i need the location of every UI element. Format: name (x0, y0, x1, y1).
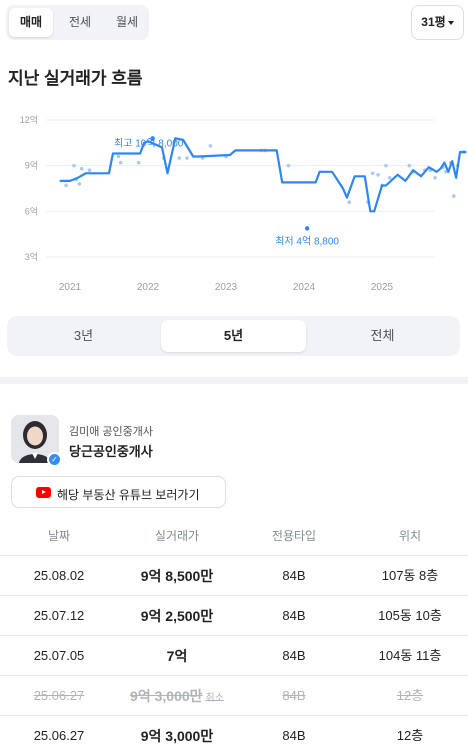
table-row[interactable]: 25.07.05 7억 84B 104동 11층 (0, 636, 468, 676)
area-select-label: 31평 (421, 15, 446, 29)
header-date: 날짜 (47, 529, 71, 543)
max-price-label: 최고 10억 8,000 (114, 137, 184, 149)
deal-location: 104동 11층 (378, 648, 442, 663)
deal-date: 25.08.02 (33, 568, 85, 583)
min-price-label: 최저 4억 8,800 (275, 235, 339, 247)
deal-price: 9억 8,500만 (140, 568, 214, 584)
table-row-cancelled[interactable]: 25.06.27 9억 3,000만 취소 84B 12층 (0, 676, 468, 716)
table-header: 날짜 실거래가 전용타입 위치 (0, 516, 468, 556)
deal-type: 84B (282, 648, 306, 663)
youtube-button[interactable]: 해당 부동산 유튜브 보러가기 (11, 476, 226, 508)
deal-date: 25.07.12 (33, 608, 85, 623)
deal-price: 9억 3,000만 (130, 688, 203, 704)
deal-date: 25.06.27 (33, 688, 85, 703)
deal-dot (347, 200, 352, 204)
youtube-icon (36, 487, 51, 498)
deal-dot (384, 163, 388, 168)
x-tick-label: 2022 (137, 282, 160, 293)
deal-date: 25.07.05 (33, 648, 85, 663)
deal-dot (407, 163, 412, 168)
deal-dot (370, 171, 375, 176)
deal-dot (433, 176, 437, 180)
x-tick-label: 2025 (371, 282, 394, 293)
deal-dot (177, 156, 181, 160)
deal-price: 9억 2,500만 (140, 608, 214, 624)
y-tick-label: 12억 (20, 114, 38, 125)
deal-date: 25.06.27 (33, 728, 85, 743)
tab-3-years[interactable]: 3년 (11, 320, 156, 352)
deal-dot (388, 176, 392, 180)
deal-dot (79, 166, 84, 171)
deal-dot (208, 144, 213, 148)
annotation-point (304, 226, 310, 231)
x-tick-label: 2021 (59, 282, 82, 293)
header-type: 전용타입 (271, 529, 317, 543)
youtube-button-label: 해당 부동산 유튜브 보러가기 (57, 488, 200, 502)
period-tabs: 3년 5년 전체 (7, 316, 460, 356)
y-tick-label: 9억 (25, 160, 38, 171)
deal-location: 105동 10층 (378, 608, 442, 623)
deal-type: 84B (282, 728, 306, 743)
price-chart: 12억 9억 6억 3억 2021 2022 2023 2024 2025 최고 10억 8,00… (20, 114, 467, 293)
deal-location: 107동 8층 (381, 568, 439, 583)
chevron-down-icon (447, 20, 454, 25)
deal-dot (118, 160, 123, 165)
deal-location: 12층 (396, 728, 424, 743)
deal-price-cell: 9억 3,000만 취소 (118, 676, 236, 716)
section-title: 지난 실거래가 흐름 (8, 69, 143, 88)
tab-all[interactable]: 전체 (310, 320, 455, 352)
tab-sale[interactable]: 매매 (9, 8, 53, 37)
deal-type: 84B (282, 568, 306, 583)
header-price: 실거래가 (154, 529, 200, 543)
table-row[interactable]: 25.06.27 9억 3,000만 84B 12층 (0, 716, 468, 753)
deal-type: 84B (282, 688, 306, 703)
deal-dot (72, 163, 76, 168)
deal-dot (185, 156, 189, 160)
table-row[interactable]: 25.07.12 9억 2,500만 84B 105동 10층 (0, 596, 468, 636)
deal-dot (87, 168, 92, 173)
deal-type: 84B (282, 608, 306, 623)
deal-dot (376, 173, 380, 177)
deal-dot (116, 154, 121, 159)
section-divider (0, 377, 468, 384)
x-tick-label: 2024 (293, 282, 316, 293)
agency-name: 당근공인중개사 (69, 444, 153, 459)
tab-5-years[interactable]: 5년 (161, 320, 306, 352)
y-tick-label: 3억 (25, 251, 38, 262)
deal-price: 7억 (166, 648, 188, 664)
tab-jeonse[interactable]: 전세 (57, 8, 103, 37)
deal-dot (136, 160, 141, 165)
deal-table: 날짜 실거래가 전용타입 위치 25.08.02 9억 8,500만 84B 1… (0, 516, 468, 753)
deal-price: 9억 3,000만 (140, 728, 214, 744)
header-location: 위치 (398, 529, 422, 543)
agent-name: 김미애 공인중개사 (69, 426, 154, 438)
deal-dot (286, 163, 291, 168)
area-select[interactable]: 31평 (411, 5, 464, 40)
check-icon: ✓ (47, 452, 62, 467)
deal-dot (77, 182, 82, 186)
tab-monthly-rent[interactable]: 월세 (105, 8, 149, 37)
table-row[interactable]: 25.08.02 9억 8,500만 84B 107동 8층 (0, 556, 468, 596)
cancelled-badge: 취소 (205, 693, 224, 704)
deal-dot (64, 183, 68, 188)
deal-location: 12층 (396, 688, 424, 703)
x-tick-label: 2023 (215, 282, 238, 293)
trade-type-tabs: 매매 전세 월세 (6, 5, 149, 40)
y-tick-label: 6억 (25, 205, 38, 216)
deal-dot (451, 194, 456, 198)
